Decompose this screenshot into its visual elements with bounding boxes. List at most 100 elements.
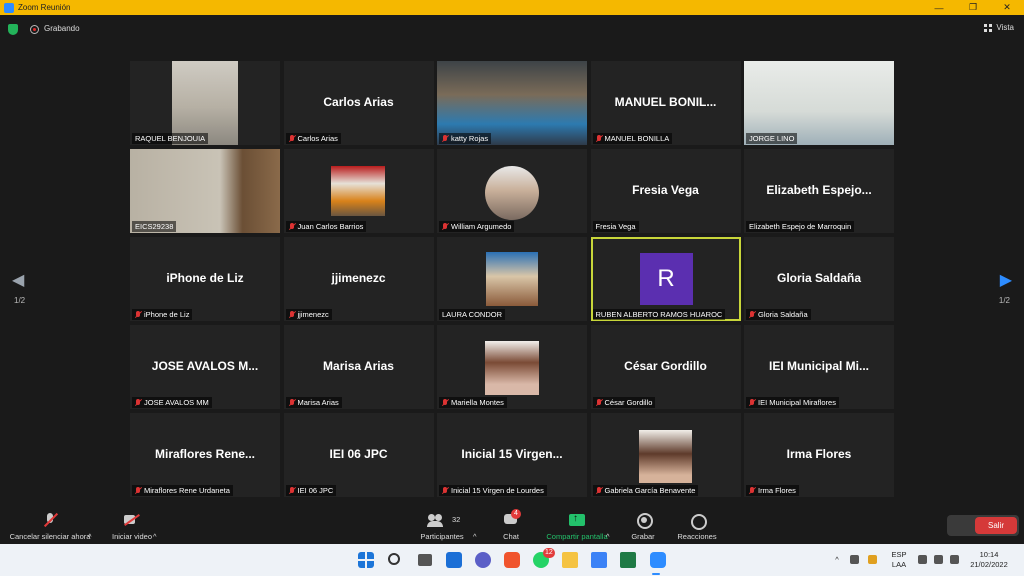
microphone-tray-icon[interactable] xyxy=(868,555,877,564)
participants-options-caret-icon[interactable]: ^ xyxy=(473,507,477,544)
teams-chat-icon[interactable] xyxy=(475,552,491,568)
participant-tile[interactable]: César Gordillo César Gordillo xyxy=(590,325,741,409)
participant-display-name: Irma Flores xyxy=(786,447,852,461)
participant-display-name: César Gordillo xyxy=(624,359,707,373)
tray-overflow-icon[interactable]: ^ xyxy=(832,544,842,576)
video-options-caret-icon[interactable]: ^ xyxy=(153,507,157,544)
participant-tile[interactable]: Irma Flores Irma Flores xyxy=(744,413,894,497)
unmute-button[interactable]: Cancelar silenciar ahora xyxy=(4,507,96,544)
task-view-icon[interactable] xyxy=(418,554,432,566)
participant-tile[interactable]: Fresia Vega Fresia Vega xyxy=(590,149,741,233)
page-indicator-left: 1/2 xyxy=(14,296,26,305)
participant-tile[interactable]: MANUEL BONIL... MANUEL BONILLA xyxy=(590,61,741,145)
participant-tile[interactable]: Juan Carlos Barrios xyxy=(283,149,434,233)
search-icon[interactable] xyxy=(388,553,400,565)
muted-microphone-icon xyxy=(749,398,755,407)
view-button[interactable]: Vista xyxy=(984,23,1014,32)
reactions-button[interactable]: Reacciones xyxy=(672,507,722,544)
muted-microphone-icon xyxy=(289,398,295,407)
widgets-icon[interactable] xyxy=(446,552,462,568)
next-page-arrow-icon[interactable]: ▶ xyxy=(1000,270,1012,290)
participant-display-name: iPhone de Liz xyxy=(166,271,244,285)
start-video-button[interactable]: Iniciar video xyxy=(104,507,160,544)
volume-icon[interactable] xyxy=(934,555,943,564)
participant-name: Miraflores Rene Urdaneta xyxy=(144,486,230,495)
participant-tile[interactable]: JORGE LINO xyxy=(744,61,894,145)
participant-tile[interactable]: Inicial 15 Virgen... Inicial 15 Virgen de… xyxy=(437,413,587,497)
participant-profile-photo xyxy=(485,166,539,220)
audio-options-caret-icon[interactable]: ^ xyxy=(88,507,92,544)
participant-tile[interactable]: Miraflores Rene... Miraflores Rene Urdane… xyxy=(130,413,280,497)
participant-tile[interactable]: William Argumedo xyxy=(437,149,587,233)
window-controls: — ❐ ✕ xyxy=(922,0,1024,15)
participant-name-label: RUBEN ALBERTO RAMOS HUAROC xyxy=(592,309,726,320)
participant-name: Mariella Montes xyxy=(451,398,504,407)
window-title: Zoom Reunión xyxy=(18,3,71,12)
muted-microphone-icon xyxy=(596,486,602,495)
file-explorer-icon[interactable] xyxy=(562,552,578,568)
participant-name-label: iPhone de Liz xyxy=(132,309,193,320)
participant-display-name: Fresia Vega xyxy=(632,183,699,197)
windows-start-icon[interactable] xyxy=(358,552,374,568)
participant-tile[interactable]: RAQUEL BENJOUIA xyxy=(130,61,280,145)
maximize-icon[interactable]: ❐ xyxy=(956,0,990,15)
record-button[interactable]: Grabar xyxy=(626,507,660,544)
muted-microphone-icon xyxy=(135,486,141,495)
participant-name-label: Gabriela García Benavente xyxy=(592,485,699,496)
zoom-active-indicator xyxy=(652,573,660,575)
participant-tile[interactable]: Gloria Saldaña Gloria Saldaña xyxy=(744,237,894,321)
participant-tile[interactable]: Gabriela García Benavente xyxy=(590,413,741,497)
participants-button[interactable]: Participantes xyxy=(412,507,472,544)
participant-tile[interactable]: iPhone de Liz iPhone de Liz xyxy=(130,237,280,321)
participant-name-label: IEI 06 JPC xyxy=(285,485,337,496)
participant-tile[interactable]: R RUBEN ALBERTO RAMOS HUAROC xyxy=(590,237,741,321)
participant-tile[interactable]: JOSE AVALOS M... JOSE AVALOS MM xyxy=(130,325,280,409)
participant-name-label: Miraflores Rene Urdaneta xyxy=(132,485,233,496)
participant-name: RUBEN ALBERTO RAMOS HUAROC xyxy=(595,310,723,319)
muted-microphone-icon xyxy=(135,398,141,407)
close-icon[interactable]: ✕ xyxy=(990,0,1024,15)
share-options-caret-icon[interactable]: ^ xyxy=(606,507,610,544)
participant-tile[interactable]: jjimenezc jjimenezc xyxy=(283,237,434,321)
participant-display-name: JOSE AVALOS M... xyxy=(151,359,259,373)
participant-tile[interactable]: IEI 06 JPC IEI 06 JPC xyxy=(283,413,434,497)
unmute-label: Cancelar silenciar ahora xyxy=(9,532,91,541)
participant-name-label: Irma Flores xyxy=(746,485,799,496)
excel-icon[interactable] xyxy=(620,552,636,568)
participant-tile[interactable]: EICS29238 xyxy=(130,149,280,233)
battery-icon[interactable] xyxy=(950,555,959,564)
participant-name-label: RAQUEL BENJOUIA xyxy=(132,133,209,144)
participant-name-label: Elizabeth Espejo de Marroquin xyxy=(746,221,855,232)
participant-tile[interactable]: Carlos Arias Carlos Arias xyxy=(283,61,434,145)
participant-tile[interactable]: Elizabeth Espejo... Elizabeth Espejo de M… xyxy=(744,149,894,233)
participant-tile[interactable]: LAURA CONDOR xyxy=(437,237,587,321)
participant-name-label: Inicial 15 Virgen de Lourdes xyxy=(439,485,547,496)
zoom-taskbar-icon[interactable] xyxy=(650,552,666,568)
participant-tile[interactable]: katty Rojas xyxy=(437,61,587,145)
participant-display-name: Elizabeth Espejo... xyxy=(766,183,872,197)
participant-name: LAURA CONDOR xyxy=(442,310,503,319)
chat-unread-badge: 4 xyxy=(511,509,521,519)
language-indicator[interactable]: ESP LAA xyxy=(888,544,910,576)
minimize-icon[interactable]: — xyxy=(922,0,956,15)
brave-browser-icon[interactable] xyxy=(504,552,520,568)
participant-name: Gloria Saldaña xyxy=(758,310,808,319)
participant-tile[interactable]: Marisa Arias Marisa Arias xyxy=(283,325,434,409)
participant-tile[interactable]: IEI Municipal Mi... IEI Municipal Miraflo… xyxy=(744,325,894,409)
participant-name-label: LAURA CONDOR xyxy=(439,309,506,320)
share-screen-button[interactable]: Compartir pantalla xyxy=(540,507,614,544)
participant-display-name: Gloria Saldaña xyxy=(776,271,862,285)
participants-label: Participantes xyxy=(420,532,464,541)
participant-tile[interactable]: Mariella Montes xyxy=(437,325,587,409)
security-shield-icon[interactable] xyxy=(8,24,18,35)
notepad-icon[interactable] xyxy=(591,552,607,568)
clock[interactable]: 10:14 21/02/2022 xyxy=(966,544,1012,576)
start-video-label: Iniciar video xyxy=(111,532,153,541)
onedrive-icon[interactable] xyxy=(850,555,859,564)
prev-page-arrow-icon[interactable]: ◀ xyxy=(12,270,24,290)
participant-name-label: Carlos Arias xyxy=(285,133,341,144)
muted-microphone-icon xyxy=(289,486,295,495)
participant-name: MANUEL BONILLA xyxy=(604,134,670,143)
leave-button[interactable]: Salir xyxy=(975,517,1017,534)
wifi-icon[interactable] xyxy=(918,555,927,564)
